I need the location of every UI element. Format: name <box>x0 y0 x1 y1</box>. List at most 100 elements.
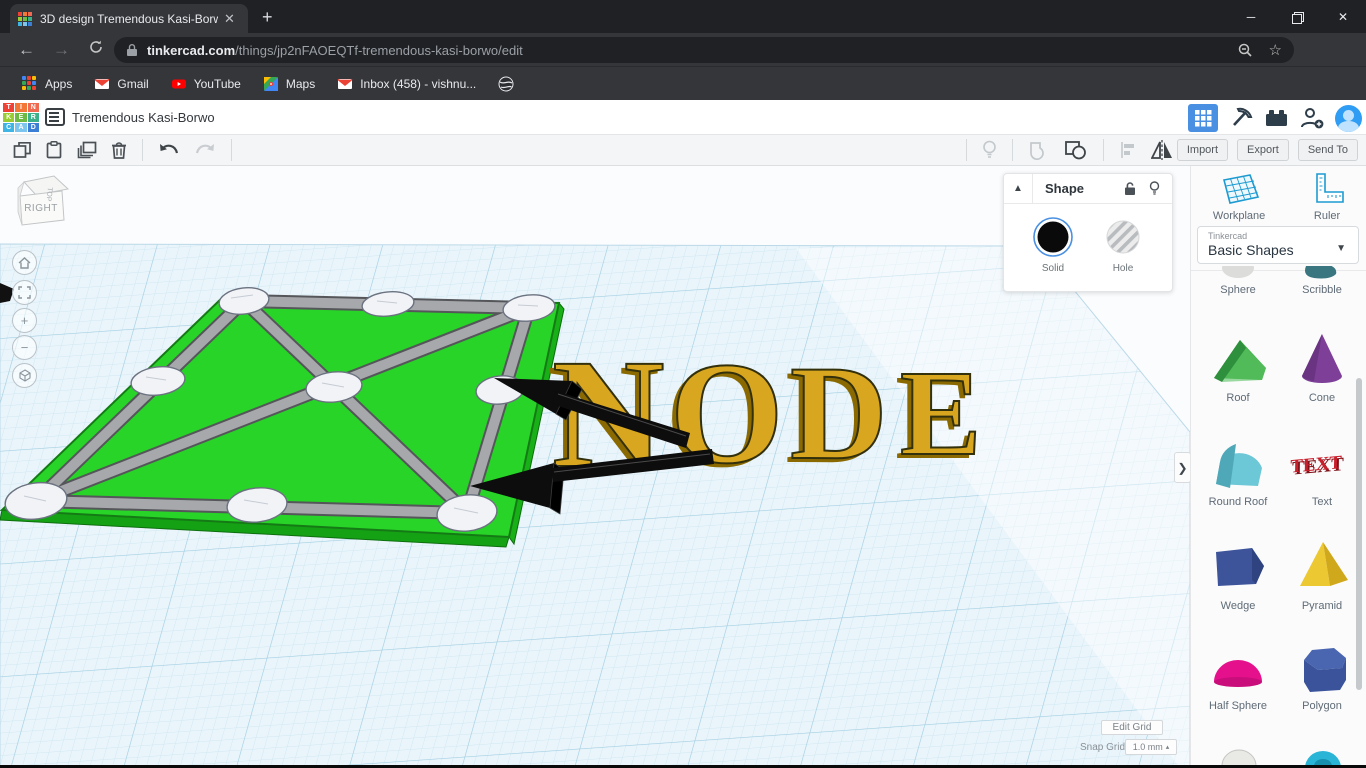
browser-tab[interactable]: 3D design Tremendous Kasi-Borw ✕ <box>10 4 248 33</box>
tab-close-icon[interactable]: ✕ <box>224 11 235 27</box>
bookmark-inbox[interactable]: Inbox (458) - vishnu... <box>337 76 476 92</box>
gmail-icon <box>94 78 110 89</box>
address-bar[interactable]: tinkercad.com/things/jp2nFAOEQTf-tremend… <box>114 37 1294 63</box>
bookmark-maps[interactable]: Maps <box>263 76 315 92</box>
edit-toolbar: Import Export Send To <box>0 135 1366 166</box>
view-cube-front-label: RIGHT <box>24 203 58 214</box>
edit-grid-button[interactable]: Edit Grid <box>1101 720 1163 735</box>
svg-text:D: D <box>790 339 888 488</box>
shapes-sidebar: Workplane Ruler Tinkercad Basic Shapes ▼… <box>1190 166 1366 768</box>
shape-item-text[interactable]: TEXT TEXT Text <box>1280 432 1364 508</box>
hole-option[interactable]: Hole <box>1103 217 1143 274</box>
new-tab-button[interactable]: + <box>262 8 273 26</box>
import-button[interactable]: Import <box>1176 139 1229 161</box>
lock-icon <box>127 44 137 56</box>
invite-person-icon[interactable] <box>1299 106 1325 130</box>
restore-button[interactable] <box>1274 0 1320 33</box>
solid-option[interactable]: Solid <box>1033 217 1073 274</box>
cone-thumb-icon <box>1302 334 1342 383</box>
partial-shape-icon[interactable] <box>1211 744 1267 766</box>
shape-inspector-panel: ▲ Shape Solid Hole <box>1003 173 1173 292</box>
view-cube[interactable]: TOP RIGHT <box>14 174 76 228</box>
snap-caret-icon: ▴ <box>1165 744 1170 751</box>
close-button[interactable]: ✕ <box>1320 0 1366 33</box>
ungroup-button[interactable] <box>1064 140 1088 160</box>
bookmark-star-icon[interactable]: ☆ <box>1269 41 1282 59</box>
duplicate-button[interactable] <box>77 141 97 159</box>
send-to-button[interactable]: Send To <box>1297 139 1358 161</box>
shape-library-dropdown[interactable]: Tinkercad Basic Shapes ▼ <box>1197 226 1359 264</box>
maps-icon <box>263 76 278 91</box>
mirror-button[interactable] <box>1151 140 1173 160</box>
hide-bulb-icon[interactable] <box>1149 181 1160 196</box>
unlock-icon[interactable] <box>1124 181 1137 196</box>
zoom-in-button[interactable]: + <box>12 308 37 333</box>
sidebar-toggle-button[interactable]: ❯ <box>1174 452 1190 483</box>
design-canvas[interactable]: N O D E N O D E <box>0 166 1190 768</box>
panel-collapse-icon[interactable]: ▲ <box>1004 173 1033 204</box>
apps-grid-icon <box>22 75 38 92</box>
browser-toolbar: ← → tinkercad.com/things/jp2nFAOEQTf-tre… <box>0 33 1366 96</box>
zoom-page-icon[interactable] <box>1237 42 1253 58</box>
show-all-button[interactable] <box>982 140 997 160</box>
workplane-tool[interactable]: Workplane <box>1213 172 1265 222</box>
reload-icon <box>90 40 102 53</box>
sphere-thumb-icon <box>1222 266 1254 278</box>
group-button[interactable] <box>1028 140 1050 160</box>
reload-button[interactable] <box>88 39 104 60</box>
partial-shape-icon[interactable] <box>1295 744 1351 766</box>
fit-view-icon <box>18 286 31 299</box>
wedge-thumb-icon <box>1216 548 1264 586</box>
undo-button[interactable] <box>158 142 180 158</box>
fit-view-button[interactable] <box>12 280 37 305</box>
shape-item-round-roof[interactable]: Round Roof <box>1196 432 1280 508</box>
profile-avatar[interactable] <box>1335 104 1362 132</box>
shape-item-sphere[interactable]: Sphere <box>1196 266 1280 296</box>
shape-item-cone[interactable]: Cone <box>1280 328 1364 404</box>
zoom-out-button[interactable]: − <box>12 335 37 360</box>
design-title[interactable]: Tremendous Kasi-Borwo <box>72 110 215 125</box>
forward-button[interactable]: → <box>53 40 70 60</box>
tinkercad-app-window: 3D design Tremendous Kasi-Borw ✕ + ─ ✕ ←… <box>0 0 1366 768</box>
shape-item-roof[interactable]: Roof <box>1196 328 1280 404</box>
minecraft-pickaxe-icon[interactable] <box>1228 105 1254 131</box>
text-thumb-icon: TEXT TEXT <box>1290 452 1344 480</box>
export-button[interactable]: Export <box>1237 139 1289 161</box>
url-path: /things/jp2nFAOEQTf-tremendous-kasi-borw… <box>235 42 523 58</box>
sidebar-scrollbar[interactable] <box>1356 378 1362 690</box>
chevron-down-icon: ▼ <box>1336 243 1346 254</box>
shape-item-wedge[interactable]: Wedge <box>1196 536 1280 612</box>
lego-brick-icon[interactable] <box>1264 107 1289 129</box>
shape-item-half-sphere[interactable]: Half Sphere <box>1196 636 1280 712</box>
window-controls: ─ ✕ <box>1228 0 1366 33</box>
inspector-title: Shape <box>1045 181 1085 196</box>
blocks-mode-button[interactable] <box>1188 104 1218 132</box>
redo-button[interactable] <box>194 142 216 158</box>
bookmark-youtube[interactable]: YouTube <box>171 76 241 92</box>
bookmark-gmail[interactable]: Gmail <box>94 76 149 92</box>
home-view-button[interactable] <box>12 250 37 275</box>
paste-button[interactable] <box>45 141 63 159</box>
snap-grid-dropdown[interactable]: 1.0 mm ▴ <box>1125 739 1177 755</box>
copy-button[interactable] <box>13 141 31 159</box>
minimize-button[interactable]: ─ <box>1228 0 1274 33</box>
perspective-cube-icon <box>18 369 31 382</box>
pyramid-thumb-icon <box>1300 542 1348 586</box>
shape-item-pyramid[interactable]: Pyramid <box>1280 536 1364 612</box>
tinkercad-logo[interactable]: T I N K E R C A D <box>3 103 39 132</box>
bookmark-apps[interactable]: Apps <box>22 75 72 92</box>
perspective-toggle-button[interactable] <box>12 363 37 388</box>
back-button[interactable]: ← <box>18 40 35 60</box>
shape-item-polygon[interactable]: Polygon <box>1280 636 1364 712</box>
browser-titlebar: 3D design Tremendous Kasi-Borw ✕ + ─ ✕ <box>0 0 1366 33</box>
ruler-tool[interactable]: Ruler <box>1309 172 1345 222</box>
delete-button[interactable] <box>111 141 127 159</box>
restore-icon <box>1292 11 1304 24</box>
globe-icon <box>498 76 514 91</box>
design-menu-icon[interactable] <box>45 108 65 126</box>
shape-item-scribble[interactable]: Scribble <box>1280 266 1364 296</box>
bookmark-site[interactable] <box>498 76 514 92</box>
align-button[interactable] <box>1119 141 1137 159</box>
hole-swatch-icon <box>1106 220 1140 254</box>
tinkercad-favicon <box>18 11 32 26</box>
